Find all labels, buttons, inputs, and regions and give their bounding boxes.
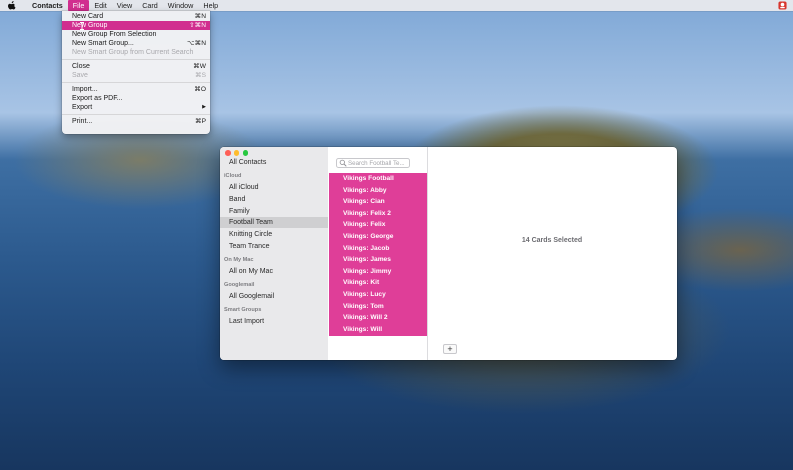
menu-item-new-smart-group-from-search: New Smart Group from Current Search	[62, 48, 210, 57]
menu-item-label: Export	[72, 104, 93, 111]
sidebar-item-label: Team Trance	[229, 243, 270, 250]
sidebar-item-football-team[interactable]: Football Team	[220, 217, 328, 228]
selection-summary: 14 Cards Selected	[521, 237, 583, 244]
menu-separator	[62, 114, 210, 115]
list-item[interactable]: Vikings: Will 2	[329, 312, 427, 324]
sidebar-item-band[interactable]: Band	[220, 194, 328, 205]
add-button[interactable]: +	[443, 344, 457, 354]
sidebar-item-label: Football Team	[229, 219, 273, 226]
menu-item-export[interactable]: Export ▶	[62, 103, 210, 112]
apple-icon[interactable]	[8, 1, 18, 10]
menu-item-new-smart-group[interactable]: New Smart Group... ⌥⌘N	[62, 39, 210, 48]
menu-item-shortcut: ⌘N	[194, 13, 206, 20]
list-item[interactable]: Vikings: Cian	[329, 196, 427, 208]
menu-bar: Contacts File Edit View Card Window Help	[0, 0, 793, 11]
menu-separator	[62, 82, 210, 83]
menu-view[interactable]: View	[112, 0, 137, 11]
menu-help[interactable]: Help	[198, 0, 223, 11]
list-item[interactable]: Vikings: George	[329, 231, 427, 243]
sidebar-item-label: All iCloud	[229, 184, 259, 191]
list-item[interactable]: Vikings: Felix 2	[329, 208, 427, 220]
menu-window[interactable]: Window	[163, 0, 199, 11]
sidebar-section-header: iCloud	[224, 173, 242, 179]
sidebar-item-label: Last Import	[229, 318, 265, 325]
list-item[interactable]: Vikings: Jimmy	[329, 266, 427, 278]
menu-item-label: Print...	[72, 118, 93, 125]
menu-item-shortcut: ⌘O	[194, 86, 206, 93]
menu-item-label: New Group From Selection	[72, 31, 157, 38]
menu-item-label: New Card	[72, 13, 104, 20]
list-item[interactable]: Vikings: Tom	[329, 301, 427, 313]
list-item[interactable]: Vikings: Felix	[329, 219, 427, 231]
sidebar-section-header: On My Mac	[224, 257, 254, 263]
sidebar-item-label: All Googlemail	[229, 293, 275, 300]
sidebar-item-all-googlemail[interactable]: All Googlemail	[220, 291, 328, 302]
sidebar-item-label: Band	[229, 196, 246, 203]
sidebar-item-all-on-my-mac[interactable]: All on My Mac	[220, 266, 328, 277]
search-icon	[339, 159, 347, 167]
contacts-window: All Contacts iCloud All iCloud Band Fami…	[220, 147, 677, 360]
menu-app-name[interactable]: Contacts	[27, 0, 68, 11]
menu-item-import[interactable]: Import... ⌘O	[62, 85, 210, 94]
close-window-button[interactable]	[225, 150, 231, 156]
list-item[interactable]: Vikings: Will	[329, 324, 427, 336]
menu-item-label: Import...	[72, 86, 98, 93]
menu-item-shortcut: ⌘P	[195, 118, 206, 125]
menu-card[interactable]: Card	[137, 0, 163, 11]
list-item[interactable]: Vikings: Kit	[329, 277, 427, 289]
groups-sidebar: All Contacts iCloud All iCloud Band Fami…	[220, 147, 329, 360]
plus-icon: +	[447, 343, 453, 354]
menu-item-save: Save ⌘S	[62, 71, 210, 80]
submenu-arrow-icon: ▶	[202, 104, 206, 110]
sidebar-item-family[interactable]: Family	[220, 206, 328, 217]
list-item[interactable]: Vikings: James	[329, 254, 427, 266]
list-item[interactable]: Vikings: Lucy	[329, 289, 427, 301]
menu-item-label: Close	[72, 63, 90, 70]
cards-list-pane: Vikings Football Vikings: Abby Vikings: …	[328, 147, 428, 360]
sidebar-section-header: Googlemail	[224, 282, 255, 288]
menu-item-label: New Smart Group...	[72, 40, 134, 47]
menu-item-label: Save	[72, 72, 88, 79]
sidebar-item-knitting-circle[interactable]: Knitting Circle	[220, 229, 328, 240]
minimize-window-button[interactable]	[233, 150, 240, 156]
search-field[interactable]	[336, 158, 410, 168]
menu-separator	[62, 59, 210, 60]
menu-item-shortcut: ⌘S	[195, 72, 206, 79]
menu-item-label: Export as PDF...	[72, 95, 123, 102]
ibeam-cursor-icon	[78, 22, 86, 30]
sidebar-item-label: All Contacts	[229, 159, 267, 166]
list-item[interactable]: Vikings Football	[329, 173, 427, 185]
menu-item-shortcut: ⇧⌘N	[189, 22, 206, 29]
menu-item-new-card[interactable]: New Card ⌘N	[62, 12, 210, 21]
sidebar-item-all-contacts[interactable]: All Contacts	[220, 157, 328, 168]
list-item[interactable]: Vikings: Abby	[329, 185, 427, 197]
search-input[interactable]	[347, 159, 410, 167]
window-controls	[225, 150, 249, 156]
menu-edit[interactable]: Edit	[89, 0, 111, 11]
menu-item-close[interactable]: Close ⌘W	[62, 62, 210, 71]
card-detail-pane: 14 Cards Selected +	[427, 147, 677, 360]
menu-item-export-as-pdf[interactable]: Export as PDF...	[62, 94, 210, 103]
menu-item-shortcut: ⌥⌘N	[187, 40, 206, 47]
status-app-icon[interactable]	[778, 1, 787, 10]
menu-item-print[interactable]: Print... ⌘P	[62, 117, 210, 126]
sidebar-item-last-import[interactable]: Last Import	[220, 316, 328, 327]
menu-item-new-group-from-selection[interactable]: New Group From Selection	[62, 30, 210, 39]
cards-list: Vikings Football Vikings: Abby Vikings: …	[329, 173, 427, 336]
sidebar-item-all-icloud[interactable]: All iCloud	[220, 182, 328, 193]
sidebar-item-label: Family	[229, 208, 250, 215]
menu-item-label: New Smart Group from Current Search	[72, 49, 194, 56]
sidebar-item-label: Knitting Circle	[229, 231, 273, 238]
list-item[interactable]: Vikings: Jacob	[329, 243, 427, 255]
sidebar-item-team-trance[interactable]: Team Trance	[220, 241, 328, 252]
menu-item-shortcut: ⌘W	[193, 63, 206, 70]
sidebar-item-label: All on My Mac	[229, 268, 273, 275]
menu-file[interactable]: File	[67, 0, 90, 11]
sidebar-section-header: Smart Groups	[224, 307, 262, 313]
zoom-window-button[interactable]	[242, 150, 249, 156]
